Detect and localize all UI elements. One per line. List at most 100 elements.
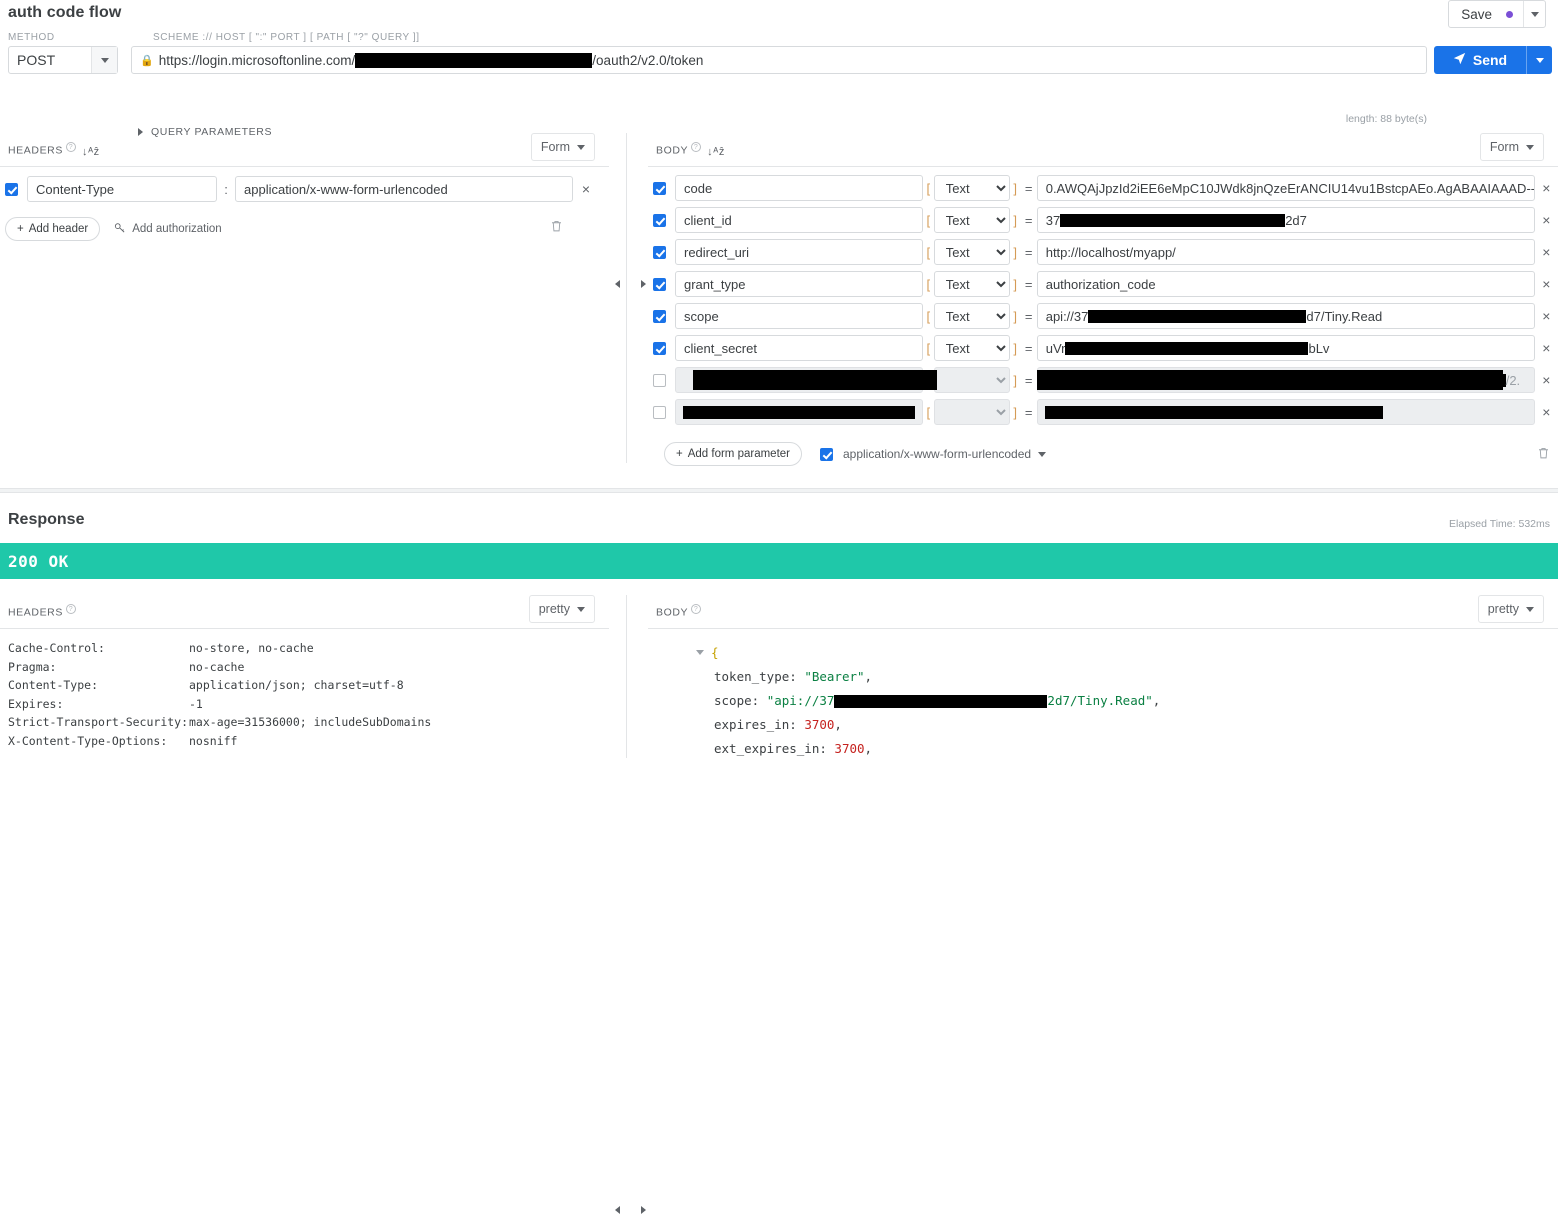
form-parameter-enabled-checkbox[interactable] [653,277,666,291]
plus-icon: + [17,223,24,235]
request-titlebar: auth code flow Save [0,0,1558,30]
save-button-group[interactable]: Save [1448,0,1546,28]
form-parameter-value-input[interactable]: 0.AWQAjJpzId2iEE6eMpC10JWdk8jnQzeErANCIU… [1036,175,1535,201]
help-icon[interactable]: ? [691,142,702,152]
response-headers-list: Cache-Control: no-store, no-cache Pragma: n… [0,639,609,751]
form-parameter-value-input[interactable]: 37 2d7 [1036,207,1535,233]
form-parameter-type-select[interactable]: Text [933,335,1010,361]
sort-az-icon[interactable]: ↓​ᴬẑ [82,146,100,158]
remove-header-button[interactable]: × [573,181,599,197]
page-title: auth code flow [8,4,122,21]
remove-form-parameter-button[interactable]: × [1535,308,1558,324]
response-header-row: Content-Type: application/json; charset=u… [8,676,609,695]
chevron-left-icon [614,280,620,288]
response-headers-mode-select[interactable]: pretty [528,595,595,623]
collapse-headers-pane-button[interactable] [608,275,626,293]
response-separator [0,488,1558,493]
header-value-input[interactable] [235,176,573,202]
form-parameter-enabled-checkbox[interactable] [653,181,666,195]
request-body-mode-select[interactable]: Form [1479,133,1544,161]
form-parameter-key-input[interactable] [675,271,923,297]
form-parameter-key-input[interactable] [675,335,923,361]
expand-response-body-button[interactable] [634,1201,652,1219]
form-parameter-type-select[interactable]: Text [933,271,1010,297]
add-authorization-button[interactable]: Add authorization [114,222,222,237]
json-value: "Bearer" [804,669,865,684]
lock-icon: 🔒 [140,54,154,67]
send-button-group[interactable]: Send [1434,46,1552,74]
json-value-prefix: "api://37 [766,693,835,708]
header-actions-row: + Add header Add authorization [0,217,609,241]
response-header-row: Cache-Control: no-store, no-cache [8,639,609,658]
help-icon[interactable]: ? [691,604,702,614]
collapse-response-headers-button[interactable] [608,1201,626,1219]
send-dropdown-button[interactable] [1526,46,1552,74]
save-dropdown-button[interactable] [1523,1,1545,27]
form-parameter-enabled-checkbox[interactable] [653,245,666,259]
redacted-key [683,406,915,419]
redacted-value-overlay [1036,370,1503,390]
form-parameter-value-input[interactable]: uVr bLv [1036,335,1535,361]
form-parameter-key-input[interactable] [675,303,923,329]
request-headers-pane: HEADERS? ↓​ᴬẑ Form : × + Add header [0,133,609,488]
form-parameter-key-input[interactable] [675,175,923,201]
form-parameter-type-select[interactable] [933,399,1010,425]
url-input[interactable]: 🔒 https://login.microsoftonline.com/ /oau… [131,46,1427,74]
method-dropdown-button[interactable] [91,47,117,73]
form-parameter-enabled-checkbox[interactable] [653,309,666,323]
add-form-parameter-button[interactable]: + Add form parameter [664,442,802,466]
form-parameter-enabled-checkbox[interactable] [653,213,666,227]
remove-form-parameter-button[interactable]: × [1535,276,1558,292]
json-key: token_type: [714,669,805,684]
add-header-button[interactable]: + Add header [5,217,101,241]
remove-form-parameter-button[interactable]: × [1535,180,1558,196]
content-type-toggle[interactable]: application/x-www-form-urlencoded [816,445,1047,464]
response-header-key: Expires: [8,696,64,711]
help-icon[interactable]: ? [65,604,76,614]
form-parameter-type-select[interactable]: Text [933,207,1010,233]
remove-form-parameter-button[interactable]: × [1535,244,1558,260]
form-parameter-enabled-checkbox[interactable] [653,405,666,419]
form-parameter-value-input[interactable]: authorization_code [1036,271,1535,297]
json-value: 3700 [834,741,865,756]
sort-az-icon[interactable]: ↓​ᴬẑ [707,146,725,158]
form-parameter-type-select[interactable]: Text [933,175,1010,201]
bracket-close: ] [1013,372,1018,388]
redacted-value [1065,341,1309,355]
save-button[interactable]: Save [1449,1,1523,27]
header-row-enabled-checkbox[interactable] [5,182,18,196]
json-collapse-toggle[interactable] [696,650,704,655]
remove-form-parameter-button[interactable]: × [1535,212,1558,228]
header-key-input[interactable] [27,176,217,202]
bracket-close: ] [1013,180,1018,196]
form-parameter-value-input[interactable]: api://37 d7/Tiny.Read [1036,303,1535,329]
delete-all-headers-button[interactable] [550,219,563,236]
form-parameter-type-select[interactable]: Text [933,303,1010,329]
form-parameter-key-input[interactable] [675,239,923,265]
add-form-parameter-label: Add form parameter [687,448,790,460]
json-property-row: scope: "api://37 2d7/Tiny.Read", [696,689,1558,713]
remove-form-parameter-button[interactable]: × [1535,372,1558,388]
remove-form-parameter-button[interactable]: × [1535,404,1558,420]
response-panes: HEADERS? pretty Cache-Control: no-store, … [0,595,1558,1214]
bracket-open: [ [926,276,931,292]
form-parameter-type-select[interactable] [933,367,1010,393]
help-icon[interactable]: ? [65,142,76,152]
response-body-mode-select[interactable]: pretty [1477,595,1544,623]
value-suffix: 2d7 [1285,212,1307,228]
send-button[interactable]: Send [1434,46,1526,74]
remove-form-parameter-button[interactable]: × [1535,340,1558,356]
form-parameter-key-input[interactable] [675,207,923,233]
form-parameter-enabled-checkbox[interactable] [653,373,666,387]
content-type-checkbox[interactable] [819,447,833,461]
delete-all-form-parameters-button[interactable] [1537,446,1550,463]
chevron-down-icon [577,144,585,150]
request-body-title-text: BODY [656,144,689,157]
request-headers-mode-select[interactable]: Form [530,133,595,161]
method-select[interactable]: POST [8,46,118,74]
bracket-open: [ [926,308,931,324]
form-parameter-value-input[interactable]: http://localhost/myapp/ [1036,239,1535,265]
form-parameter-type-select[interactable]: Text [933,239,1010,265]
redacted-tenant-id [355,52,593,68]
form-parameter-enabled-checkbox[interactable] [653,341,666,355]
